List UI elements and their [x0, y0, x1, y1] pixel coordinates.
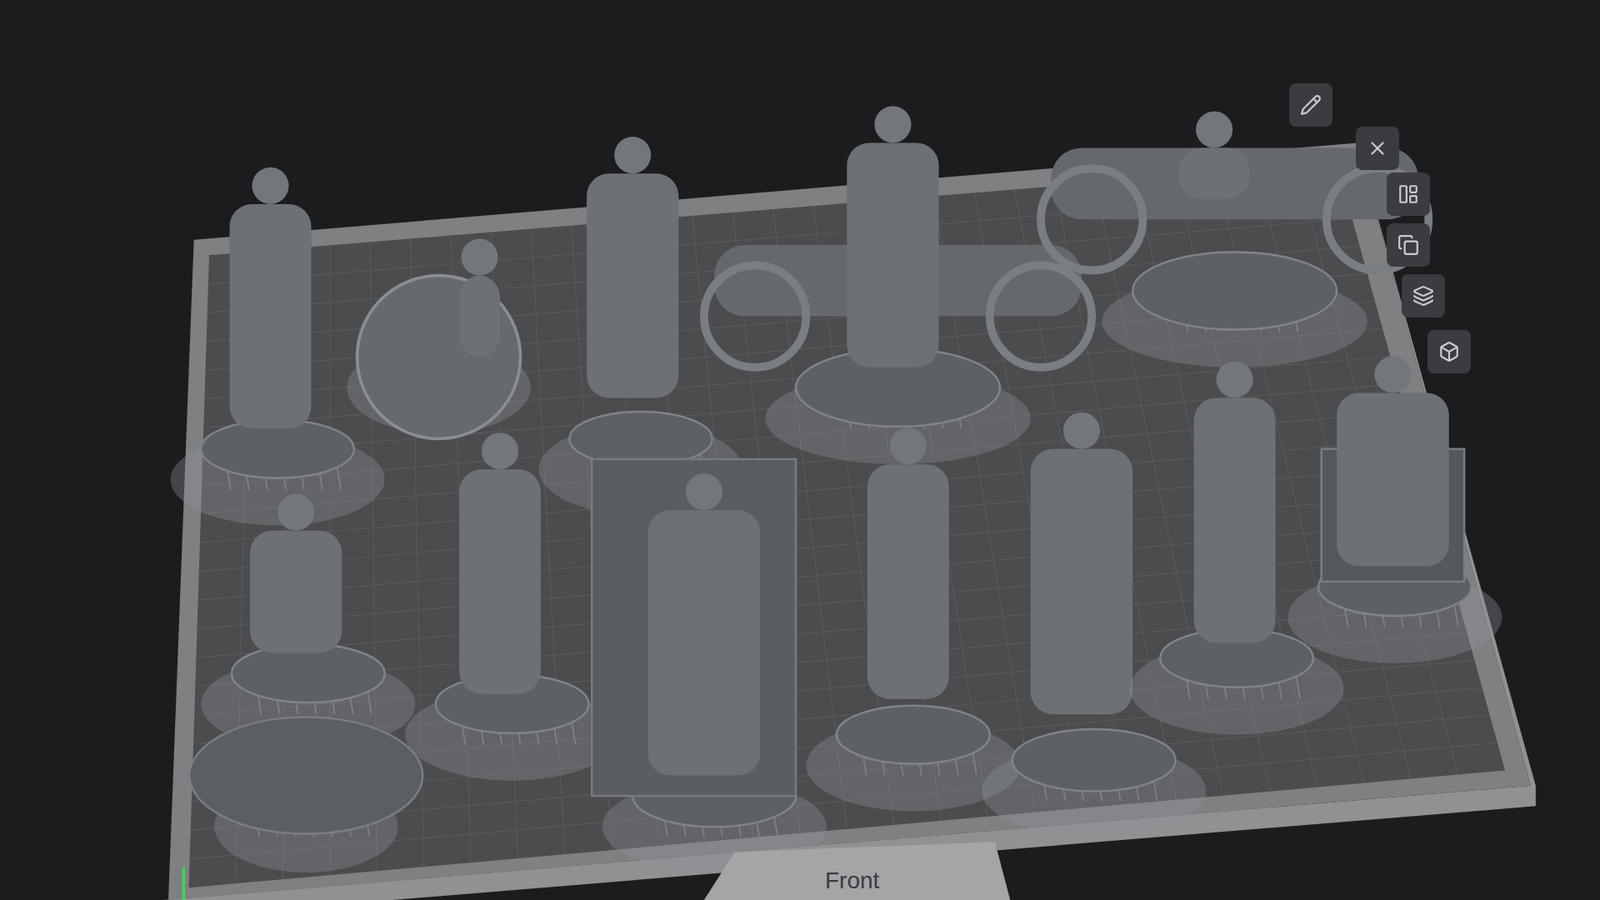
model-figure[interactable]	[704, 105, 1092, 465]
layout-icon	[1397, 183, 1420, 205]
plate-rim	[168, 142, 1531, 900]
model-figure[interactable]	[200, 494, 415, 750]
model-figure[interactable]	[346, 239, 530, 440]
close-button[interactable]	[1355, 126, 1400, 170]
model-figure[interactable]	[591, 459, 827, 873]
front-tab	[704, 841, 1010, 900]
model-figure[interactable]	[170, 167, 385, 526]
layers-icon	[1412, 285, 1435, 307]
model-figure[interactable]	[1040, 110, 1429, 367]
model-figure[interactable]	[805, 427, 1020, 811]
model-figure[interactable]	[1287, 355, 1502, 664]
edit-icon	[1300, 94, 1322, 116]
plate-grid	[190, 166, 1498, 884]
object-button[interactable]	[1427, 330, 1471, 374]
edit-button[interactable]	[1289, 83, 1333, 127]
axis-icon	[182, 867, 186, 900]
model-figure[interactable]	[189, 717, 423, 873]
layout-button[interactable]	[1386, 172, 1430, 216]
model-figure[interactable]	[405, 432, 620, 781]
slicer-viewport[interactable]: Front	[0, 0, 1600, 900]
object-icon	[1438, 340, 1460, 363]
model-figure[interactable]	[981, 412, 1206, 837]
copy-icon	[1397, 234, 1420, 256]
copy-button[interactable]	[1386, 223, 1430, 267]
plate-side	[163, 142, 1536, 900]
close-icon	[1366, 137, 1389, 160]
layers-button[interactable]	[1401, 274, 1445, 318]
model-figure[interactable]	[1130, 360, 1345, 735]
front-label: Front	[825, 866, 880, 895]
